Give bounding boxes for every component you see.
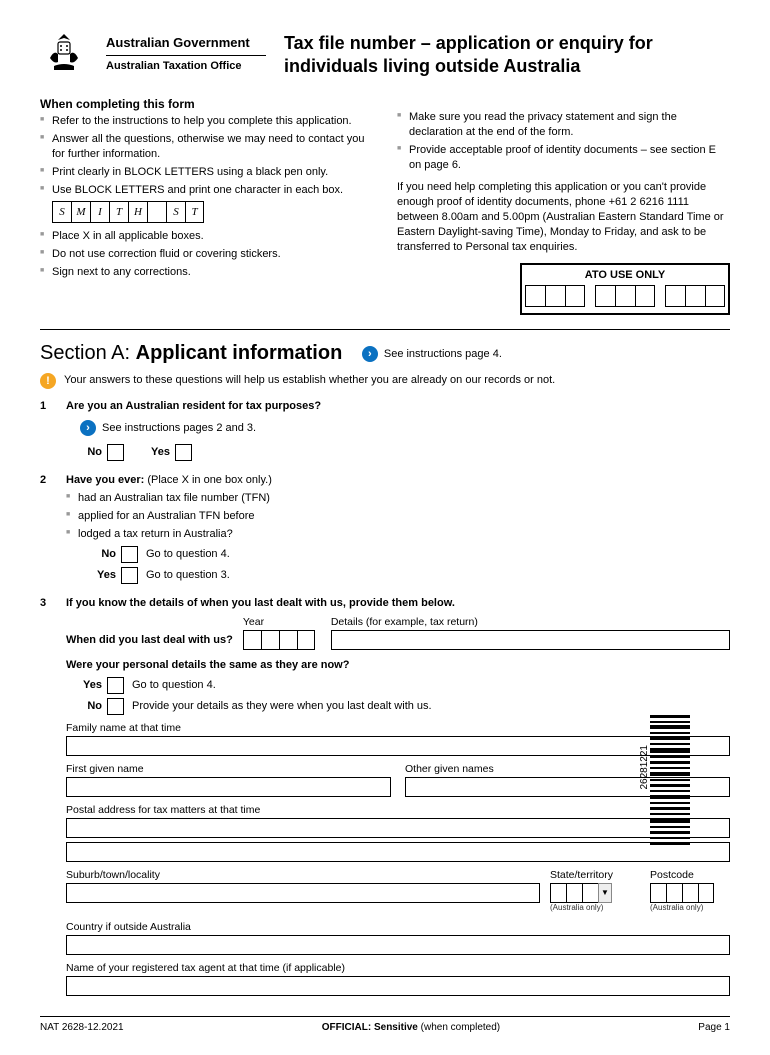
instruction-item: Do not use correction fluid or covering … <box>40 247 373 262</box>
postal-input-1[interactable] <box>66 818 730 838</box>
instruction-item: Provide acceptable proof of identity doc… <box>397 143 730 173</box>
form-code: NAT 2628-12.2021 <box>40 1021 124 1035</box>
page-number: Page 1 <box>698 1021 730 1035</box>
instructions-heading: When completing this form <box>40 96 373 112</box>
q3-yes-hint: Go to question 4. <box>132 678 216 693</box>
checkbox[interactable] <box>107 444 124 461</box>
char-cell: S <box>166 201 185 223</box>
arrow-right-icon: › <box>362 346 378 362</box>
year-label: Year <box>243 615 315 629</box>
q3-title: If you know the details of when you last… <box>66 596 730 611</box>
q2-yes-hint: Go to question 3. <box>146 568 230 583</box>
char-cell: M <box>71 201 90 223</box>
arrow-right-icon: › <box>80 420 96 436</box>
page-footer: NAT 2628-12.2021 OFFICIAL: Sensitive (wh… <box>40 1016 730 1035</box>
q1-title: Are you an Australian resident for tax p… <box>66 399 730 414</box>
q1-no-option[interactable]: No <box>80 444 124 461</box>
section-a-title: Section A: Applicant information › See i… <box>40 340 730 367</box>
q2-no-option[interactable]: No <box>94 546 138 563</box>
see-instructions-link: › See instructions page 4. <box>362 346 502 362</box>
q2-item: lodged a tax return in Australia? <box>66 527 730 542</box>
details-label: Details (for example, tax return) <box>331 615 730 629</box>
coat-of-arms-icon <box>40 30 88 78</box>
instruction-item: Sign next to any corrections. <box>40 265 373 280</box>
ato-use-only-label: ATO USE ONLY <box>528 268 722 283</box>
state-input[interactable]: ▼ <box>550 883 640 903</box>
checkbox[interactable] <box>121 567 138 584</box>
help-text: If you need help completing this applica… <box>397 180 730 254</box>
year-input[interactable] <box>243 630 315 650</box>
chevron-down-icon[interactable]: ▼ <box>598 883 612 903</box>
form-title: Tax file number – application or enquiry… <box>284 30 730 77</box>
char-cell: T <box>185 201 204 223</box>
barcode: 26281221 <box>650 715 690 845</box>
agency-name: Australian Taxation Office <box>106 55 266 74</box>
first-name-label: First given name <box>66 762 391 776</box>
q3-no-option[interactable]: No <box>80 698 124 715</box>
aus-only-note: (Australia only) <box>550 903 640 914</box>
q3-no-hint: Provide your details as they were when y… <box>132 699 432 714</box>
first-name-input[interactable] <box>66 777 391 797</box>
aus-only-note: (Australia only) <box>650 903 730 914</box>
q1-see-instructions: › See instructions pages 2 and 3. <box>80 420 730 436</box>
section-divider <box>40 329 730 330</box>
question-1: 1 Are you an Australian resident for tax… <box>40 399 730 465</box>
agency-block: Australian Government Australian Taxatio… <box>106 30 266 73</box>
checkbox[interactable] <box>107 698 124 715</box>
q3-yes-option[interactable]: Yes <box>80 677 124 694</box>
checkbox[interactable] <box>121 546 138 563</box>
suburb-input[interactable] <box>66 883 540 903</box>
instructions-block: When completing this form Refer to the i… <box>40 96 730 315</box>
q3-same-question: Were your personal details the same as t… <box>66 658 730 673</box>
char-cell <box>147 201 166 223</box>
page-header: Australian Government Australian Taxatio… <box>40 30 730 78</box>
instruction-item: Print clearly in BLOCK LETTERS using a b… <box>40 165 373 180</box>
instruction-item: Place X in all applicable boxes. <box>40 229 373 244</box>
instruction-item: Answer all the questions, otherwise we m… <box>40 132 373 162</box>
state-label: State/territory <box>550 868 640 882</box>
family-name-label: Family name at that time <box>66 721 730 735</box>
barcode-number: 26281221 <box>638 745 652 790</box>
instruction-item: Make sure you read the privacy statement… <box>397 110 730 140</box>
postcode-label: Postcode <box>650 868 730 882</box>
char-cell: T <box>109 201 128 223</box>
section-intro: ! Your answers to these questions will h… <box>40 373 730 389</box>
checkbox[interactable] <box>175 444 192 461</box>
classification: OFFICIAL: Sensitive (when completed) <box>124 1021 699 1035</box>
q2-title: Have you ever: (Place X in one box only.… <box>66 473 730 488</box>
example-char-boxes: S M I T H S T <box>52 201 373 223</box>
q2-item: had an Australian tax file number (TFN) <box>66 491 730 506</box>
q2-item: applied for an Australian TFN before <box>66 509 730 524</box>
details-input[interactable] <box>331 630 730 650</box>
info-icon: ! <box>40 373 56 389</box>
agent-label: Name of your registered tax agent at tha… <box>66 961 730 975</box>
question-3: 3 If you know the details of when you la… <box>40 596 730 997</box>
postal-label: Postal address for tax matters at that t… <box>66 803 730 817</box>
q2-no-hint: Go to question 4. <box>146 547 230 562</box>
government-name: Australian Government <box>106 34 266 52</box>
postcode-input[interactable] <box>650 883 730 903</box>
char-cell: H <box>128 201 147 223</box>
checkbox[interactable] <box>107 677 124 694</box>
postal-input-2[interactable] <box>66 842 730 862</box>
instruction-item: Use BLOCK LETTERS and print one characte… <box>40 183 373 198</box>
char-cell: I <box>90 201 109 223</box>
agent-input[interactable] <box>66 976 730 996</box>
question-2: 2 Have you ever: (Place X in one box onl… <box>40 473 730 587</box>
country-label: Country if outside Australia <box>66 920 730 934</box>
char-cell: S <box>52 201 71 223</box>
ato-use-only-box: ATO USE ONLY <box>520 263 730 316</box>
q1-yes-option[interactable]: Yes <box>148 444 192 461</box>
family-name-input[interactable] <box>66 736 730 756</box>
q3-when-label: When did you last deal with us? <box>66 633 233 650</box>
suburb-label: Suburb/town/locality <box>66 868 540 882</box>
instruction-item: Refer to the instructions to help you co… <box>40 114 373 129</box>
country-input[interactable] <box>66 935 730 955</box>
q2-yes-option[interactable]: Yes <box>94 567 138 584</box>
